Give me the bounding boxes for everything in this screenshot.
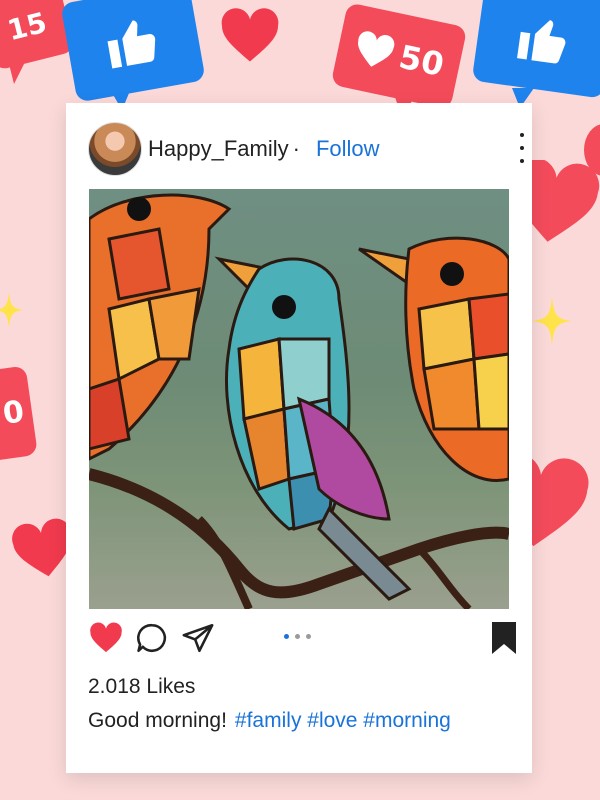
separator-dot: · bbox=[292, 136, 300, 161]
sparkle-icon bbox=[0, 292, 24, 328]
carousel-indicator bbox=[284, 634, 311, 639]
badge-count: 50 bbox=[395, 37, 448, 84]
post-photo[interactable] bbox=[89, 189, 509, 609]
badge-tail bbox=[8, 60, 26, 84]
heart-icon[interactable] bbox=[88, 620, 124, 656]
comment-icon[interactable] bbox=[134, 620, 170, 656]
carousel-dot bbox=[295, 634, 300, 639]
post-card: Happy_Family · Follow 2.018 Likes Good m… bbox=[66, 103, 532, 773]
thumbs-up-badge-right bbox=[471, 0, 600, 99]
heart-icon bbox=[584, 124, 600, 176]
thumbs-up-icon bbox=[517, 20, 566, 64]
heart-icon bbox=[357, 31, 395, 67]
bookmark-icon[interactable] bbox=[490, 620, 518, 661]
stained-glass-birds-image bbox=[89, 193, 509, 609]
caption-text: Good morning! bbox=[88, 709, 227, 732]
follow-button[interactable]: Follow bbox=[316, 136, 380, 162]
carousel-dot-active bbox=[284, 634, 289, 639]
badge-count: 0 bbox=[0, 393, 27, 432]
sparkle-icon bbox=[532, 297, 572, 345]
likes-count[interactable]: 2.018 Likes bbox=[88, 675, 195, 699]
avatar[interactable] bbox=[88, 122, 142, 176]
heart-icon bbox=[221, 8, 279, 62]
more-icon[interactable] bbox=[518, 133, 526, 163]
post-caption: Good morning! #family #love #morning bbox=[88, 709, 451, 733]
thumbs-up-icon bbox=[107, 20, 156, 69]
post-actions bbox=[88, 618, 518, 658]
hashtags-link[interactable]: #family #love #morning bbox=[235, 709, 451, 732]
like-count-badge-left-partial: 0 bbox=[0, 365, 38, 465]
carousel-dot bbox=[306, 634, 311, 639]
badge-count: 15 bbox=[4, 5, 50, 47]
share-icon[interactable] bbox=[180, 620, 216, 656]
post-header: Happy_Family · Follow bbox=[88, 122, 518, 176]
username[interactable]: Happy_Family bbox=[148, 136, 289, 162]
